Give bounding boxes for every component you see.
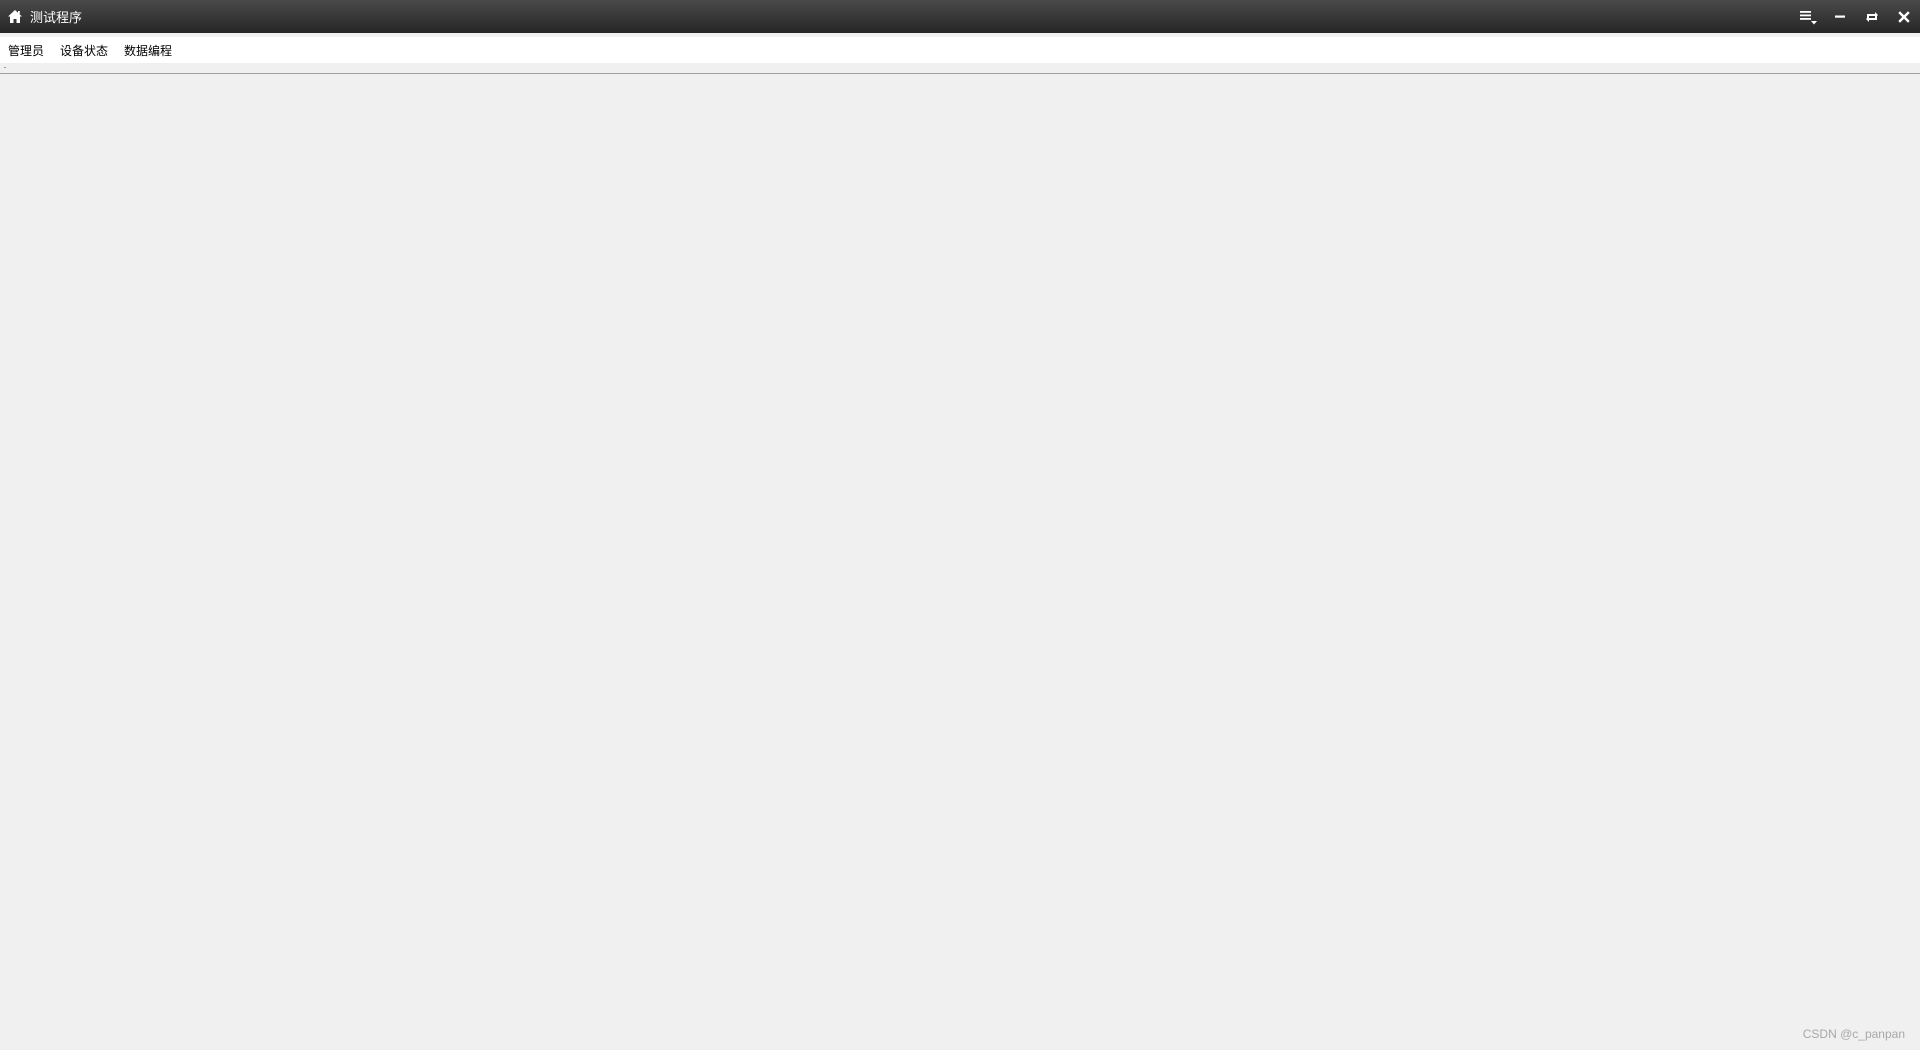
app-window: 测试程序 管理员 设备状态 数据编程 CSDN @c_panpan [0,0,1920,1050]
window-title: 测试程序 [30,11,83,26]
toolbar-grip [4,67,6,68]
minimize-icon[interactable] [1824,0,1856,33]
menu-bar: 管理员 设备状态 数据编程 [0,37,1920,63]
title-bar[interactable]: 测试程序 [0,0,1920,33]
watermark: CSDN @c_panpan [1802,1027,1905,1041]
menu-item-device-status[interactable]: 设备状态 [55,39,113,62]
home-icon [8,10,22,24]
menu-item-admin[interactable]: 管理员 [3,39,49,62]
restore-icon[interactable] [1856,0,1888,33]
main-content-area [0,74,1920,1050]
window-controls [1792,0,1920,33]
menu-item-data-programming[interactable]: 数据编程 [119,39,177,62]
hamburger-menu-icon[interactable] [1792,0,1824,33]
close-icon[interactable] [1888,0,1920,33]
